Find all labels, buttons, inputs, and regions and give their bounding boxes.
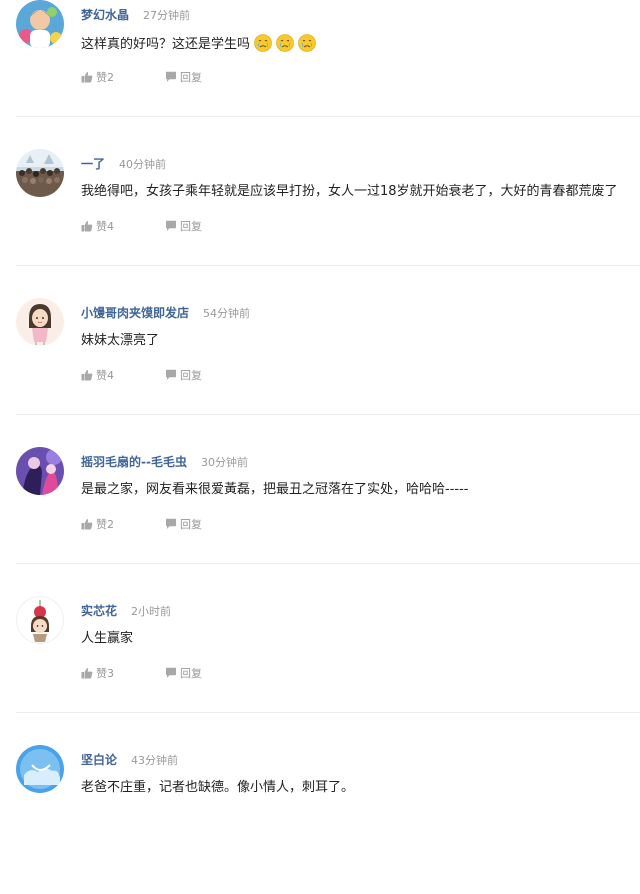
comment-actions: 赞4 回复: [81, 220, 202, 234]
comment-actions: 赞2 回复: [81, 518, 202, 532]
divider: [16, 563, 640, 564]
divider: [16, 116, 640, 117]
timestamp: 30分钟前: [200, 456, 248, 469]
comment-item: 梦幻水晶 27分钟前 这样真的好吗？这还是学生吗 赞2 回复: [0, 0, 640, 149]
comment-text-body: 是最之家，网友看来很爱黃磊，把最丑之冠落在了实处，哈哈哈-----: [81, 482, 469, 497]
reply-label: 回复: [180, 667, 202, 680]
reply-button[interactable]: 回复: [165, 220, 202, 234]
comment-text: 妹妹太漂亮了: [81, 332, 159, 350]
username-link[interactable]: 坚白论: [81, 753, 117, 767]
comment-item: 坚白论 43分钟前 老爸不庄重，记者也缺德。像小情人，刺耳了。: [0, 745, 640, 894]
comment-item: 摇羽毛扇的--毛毛虫 30分钟前 是最之家，网友看来很爱黃磊，把最丑之冠落在了实处…: [0, 447, 640, 596]
comment-item: 一了 40分钟前 我绝得吧，女孩子乘年轻就是应该早打扮，女人一过18岁就开始衰老了…: [0, 149, 640, 298]
speech-bubble-icon: [166, 369, 176, 380]
thumbs-up-icon: [81, 72, 93, 83]
crying-face-icon: [276, 34, 294, 52]
comment-meta: 摇羽毛扇的--毛毛虫 30分钟前: [81, 453, 248, 469]
avatar[interactable]: [16, 745, 64, 793]
like-count: 赞4: [96, 369, 114, 382]
reply-label: 回复: [180, 369, 202, 382]
like-count: 赞4: [96, 220, 114, 233]
speech-bubble-icon: [166, 667, 176, 678]
comment-text-body: 人生赢家: [81, 631, 134, 646]
comment-text-body: 老爸不庄重，记者也缺德。像小情人，刺耳了。: [81, 780, 355, 795]
comment-text: 我绝得吧，女孩子乘年轻就是应该早打扮，女人一过18岁就开始衰老了，大好的青春都荒…: [81, 183, 618, 201]
comment-meta: 一了 40分钟前: [81, 155, 166, 171]
crying-face-icon: [298, 34, 316, 52]
avatar-crowd-photo-icon: [16, 149, 64, 197]
comment-actions: 赞4 回复: [81, 369, 202, 383]
avatar[interactable]: [16, 0, 64, 48]
reply-button[interactable]: 回复: [165, 71, 202, 85]
reply-button[interactable]: 回复: [165, 369, 202, 383]
comment-item: 实芯花 2小时前 人生赢家 赞3 回复: [0, 596, 640, 745]
reply-label: 回复: [180, 71, 202, 84]
reply-button[interactable]: 回复: [165, 667, 202, 681]
reply-button[interactable]: 回复: [165, 518, 202, 532]
avatar-cartoon-girl-icon: [16, 298, 64, 346]
comment-text: 这样真的好吗？这还是学生吗: [81, 34, 316, 54]
comment-meta: 小馒哥肉夹馍即发店 54分钟前: [81, 304, 250, 320]
comment-item: 小馒哥肉夹馍即发店 54分钟前 妹妹太漂亮了 赞4 回复: [0, 298, 640, 447]
divider: [16, 712, 640, 713]
like-button[interactable]: 赞4: [81, 369, 165, 383]
username-link[interactable]: 梦幻水晶: [81, 8, 129, 22]
comment-text-body: 这样真的好吗？这还是学生吗: [81, 37, 251, 52]
comment-text: 人生赢家: [81, 630, 133, 648]
reply-label: 回复: [180, 220, 202, 233]
like-count: 赞2: [96, 518, 114, 531]
comment-text: 老爸不庄重，记者也缺德。像小情人，刺耳了。: [81, 779, 354, 797]
divider: [16, 265, 640, 266]
comment-meta: 实芯花 2小时前: [81, 602, 171, 618]
timestamp: 2小时前: [131, 605, 172, 618]
thumbs-up-icon: [81, 221, 93, 232]
like-button[interactable]: 赞2: [81, 518, 165, 532]
comment-actions: 赞2 回复: [81, 71, 202, 85]
like-button[interactable]: 赞2: [81, 71, 165, 85]
avatar-cherry-doll-icon: [16, 596, 64, 644]
avatar[interactable]: [16, 596, 64, 644]
comment-meta: 坚白论 43分钟前: [81, 751, 178, 767]
speech-bubble-icon: [166, 518, 176, 529]
timestamp: 54分钟前: [203, 307, 251, 320]
avatar-purple-illustration-icon: [16, 447, 64, 495]
timestamp: 27分钟前: [143, 9, 191, 22]
thumbs-up-icon: [81, 370, 93, 381]
timestamp: 43分钟前: [131, 754, 179, 767]
crying-face-icon: [254, 34, 272, 52]
username-link[interactable]: 实芯花: [81, 604, 117, 618]
like-count: 赞3: [96, 667, 114, 680]
avatar[interactable]: [16, 149, 64, 197]
comment-list: 梦幻水晶 27分钟前 这样真的好吗？这还是学生吗 赞2 回复 一了 40分钟前 我绝得…: [0, 0, 640, 805]
username-link[interactable]: 一了: [81, 157, 105, 171]
comment-text-body: 我绝得吧，女孩子乘年轻就是应该早打扮，女人一过18岁就开始衰老了，大好的青春都荒…: [81, 184, 618, 199]
comment-meta: 梦幻水晶 27分钟前: [81, 6, 190, 22]
divider: [16, 414, 640, 415]
comment-text-body: 妹妹太漂亮了: [81, 333, 160, 348]
comment-actions: 赞3 回复: [81, 667, 202, 681]
avatar[interactable]: [16, 298, 64, 346]
avatar-blue-cloud-icon: [16, 745, 64, 793]
comment-text: 是最之家，网友看来很爱黃磊，把最丑之冠落在了实处，哈哈哈-----: [81, 481, 468, 499]
timestamp: 40分钟前: [119, 158, 167, 171]
avatar[interactable]: [16, 447, 64, 495]
like-button[interactable]: 赞3: [81, 667, 165, 681]
avatar-child-photo-icon: [16, 0, 64, 48]
username-link[interactable]: 摇羽毛扇的--毛毛虫: [81, 455, 187, 469]
thumbs-up-icon: [81, 519, 93, 530]
speech-bubble-icon: [166, 220, 176, 231]
reply-label: 回复: [180, 518, 202, 531]
speech-bubble-icon: [166, 71, 176, 82]
username-link[interactable]: 小馒哥肉夹馍即发店: [81, 306, 189, 320]
like-count: 赞2: [96, 71, 114, 84]
like-button[interactable]: 赞4: [81, 220, 165, 234]
thumbs-up-icon: [81, 668, 93, 679]
